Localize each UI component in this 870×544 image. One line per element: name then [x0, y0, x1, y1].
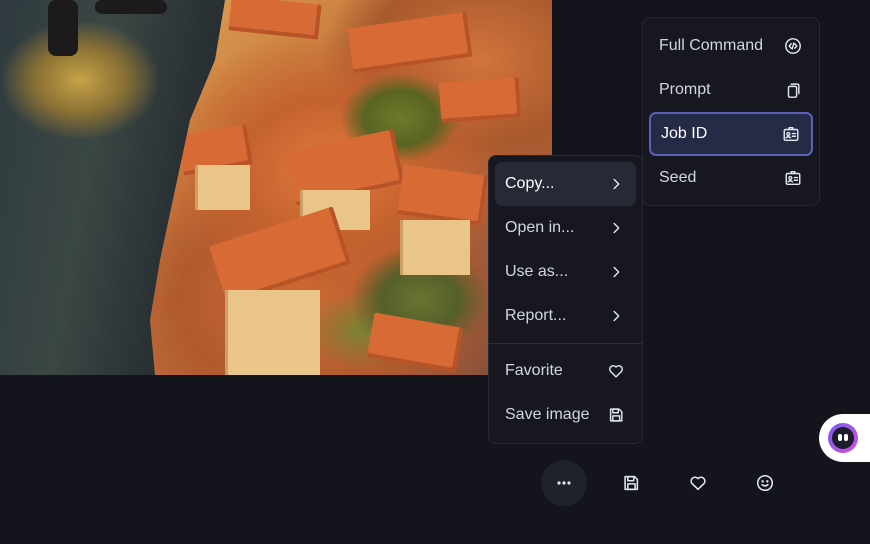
image-context-menu: Copy... Open in... Use as... Report... F…: [488, 155, 643, 444]
copy-seed-item[interactable]: Seed: [649, 156, 813, 200]
id-card-icon: [781, 124, 801, 144]
artwork-detail: [0, 0, 225, 375]
menu-item-label: Prompt: [659, 81, 711, 98]
menu-item-label: Save image: [505, 406, 590, 423]
artwork-detail: [195, 165, 250, 210]
chevron-right-icon: [606, 218, 626, 238]
assistant-eye: [844, 434, 848, 441]
save-icon: [606, 405, 626, 425]
menu-item-label: Use as...: [505, 263, 569, 280]
copy-icon: [783, 80, 803, 100]
use-as-menu-item[interactable]: Use as...: [495, 250, 636, 294]
save-image-menu-item[interactable]: Save image: [495, 393, 636, 437]
open-in-menu-item[interactable]: Open in...: [495, 206, 636, 250]
assistant-eye: [838, 434, 842, 441]
copy-prompt-item[interactable]: Prompt: [649, 68, 813, 112]
save-button[interactable]: [608, 460, 654, 506]
menu-divider: [489, 343, 642, 344]
favorite-button[interactable]: [675, 460, 721, 506]
more-options-button[interactable]: [541, 460, 587, 506]
artwork-detail: [347, 11, 473, 74]
artwork-detail: [396, 164, 489, 226]
chevron-right-icon: [606, 306, 626, 326]
artwork-detail: [438, 77, 522, 123]
copy-menu-item[interactable]: Copy...: [495, 162, 636, 206]
menu-item-label: Copy...: [505, 175, 555, 192]
menu-item-label: Job ID: [661, 125, 708, 142]
chevron-right-icon: [606, 262, 626, 282]
ellipsis-icon: [554, 473, 574, 493]
copy-job-id-item[interactable]: Job ID: [649, 112, 813, 156]
favorite-menu-item[interactable]: Favorite: [495, 349, 636, 393]
react-button[interactable]: [742, 460, 788, 506]
assistant-face: [832, 427, 854, 449]
menu-item-label: Report...: [505, 307, 567, 324]
assistant-widget-button[interactable]: [819, 414, 870, 462]
copy-full-command-item[interactable]: Full Command: [649, 24, 813, 68]
artwork-detail: [228, 0, 322, 40]
artwork-detail: [366, 312, 464, 373]
code-icon: [783, 36, 803, 56]
chevron-right-icon: [606, 174, 626, 194]
menu-item-label: Favorite: [505, 362, 563, 379]
artwork-detail: [400, 220, 470, 275]
artwork-detail: [95, 0, 167, 14]
menu-item-label: Seed: [659, 169, 697, 186]
smile-icon: [755, 473, 775, 493]
heart-icon: [606, 361, 626, 381]
artwork-detail: [225, 290, 320, 375]
artwork-detail: [48, 0, 78, 56]
report-menu-item[interactable]: Report...: [495, 294, 636, 338]
id-card-icon: [783, 168, 803, 188]
assistant-avatar-icon: [828, 423, 858, 453]
copy-submenu: Full Command Prompt Job ID Seed: [642, 17, 820, 206]
generated-image[interactable]: [0, 0, 552, 375]
menu-item-label: Full Command: [659, 37, 764, 54]
menu-item-label: Open in...: [505, 219, 575, 236]
heart-icon: [688, 473, 708, 493]
save-icon: [621, 473, 641, 493]
